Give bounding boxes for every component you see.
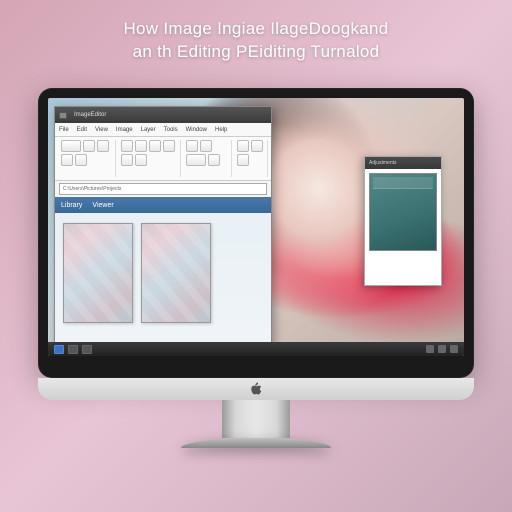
tool-button[interactable] [163, 140, 175, 152]
imac-frame: ImageEditor File Edit View Image Layer T… [38, 88, 474, 448]
ribbon-group-1 [58, 140, 116, 177]
tool-button[interactable] [61, 140, 81, 152]
workspace-tabs: Library Viewer [55, 197, 271, 213]
imac-stand-neck [222, 400, 290, 438]
ribbon-group-3 [183, 140, 232, 177]
tool-button[interactable] [97, 140, 109, 152]
tab-library[interactable]: Library [61, 202, 82, 209]
menu-tools[interactable]: Tools [164, 123, 178, 136]
tray-icon[interactable] [450, 345, 458, 353]
tool-button[interactable] [186, 140, 198, 152]
imac-chin [38, 378, 474, 400]
tool-button[interactable] [251, 140, 263, 152]
window-titlebar[interactable]: ImageEditor [55, 107, 271, 123]
tool-button[interactable] [186, 154, 206, 166]
toolbar-ribbon [55, 137, 271, 181]
panel-preview[interactable] [369, 173, 437, 251]
menu-file[interactable]: File [59, 123, 69, 136]
thumbnail[interactable] [63, 223, 133, 323]
screen: ImageEditor File Edit View Image Layer T… [48, 98, 464, 356]
taskbar-app-button[interactable] [68, 345, 78, 354]
editor-window[interactable]: ImageEditor File Edit View Image Layer T… [54, 106, 272, 346]
taskbar-left [54, 345, 92, 354]
tool-button[interactable] [121, 154, 133, 166]
ribbon-group-4 [234, 140, 268, 177]
tray-icon[interactable] [438, 345, 446, 353]
apple-logo-icon [250, 382, 262, 396]
panel-title: Adjustments [369, 160, 397, 166]
taskbar-app-button[interactable] [82, 345, 92, 354]
thumbnail[interactable] [141, 223, 211, 323]
taskbar [48, 342, 464, 356]
workspace: Library Viewer [55, 197, 271, 345]
side-panel[interactable]: Adjustments [364, 156, 442, 286]
tool-button[interactable] [75, 154, 87, 166]
taskbar-tray [426, 345, 458, 353]
menu-image[interactable]: Image [116, 123, 133, 136]
tool-button[interactable] [200, 140, 212, 152]
ribbon-group-2 [118, 140, 181, 177]
panel-preview-header [373, 177, 433, 189]
window-title: ImageEditor [74, 112, 106, 118]
tool-button[interactable] [83, 140, 95, 152]
screen-bezel: ImageEditor File Edit View Image Layer T… [38, 88, 474, 378]
window-control-button[interactable] [59, 112, 67, 119]
tool-button[interactable] [237, 140, 249, 152]
overlay-line1: How Image Ingiae IlageDoogkand [123, 19, 388, 38]
panel-header[interactable]: Adjustments [365, 157, 441, 169]
tool-button[interactable] [121, 140, 133, 152]
address-bar[interactable]: C:\Users\Pictures\Projects [59, 183, 267, 195]
taskbar-start-button[interactable] [54, 345, 64, 354]
address-path: C:\Users\Pictures\Projects [63, 186, 121, 192]
menu-help[interactable]: Help [215, 123, 227, 136]
menu-edit[interactable]: Edit [77, 123, 87, 136]
menu-view[interactable]: View [95, 123, 108, 136]
tray-icon[interactable] [426, 345, 434, 353]
tool-button[interactable] [208, 154, 220, 166]
thumbnail-strip [55, 213, 271, 333]
overlay-line2: an th Editing PEiditing Turnalod [133, 42, 380, 61]
menu-window[interactable]: Window [186, 123, 207, 136]
imac-stand-foot [181, 438, 331, 448]
menubar: File Edit View Image Layer Tools Window … [55, 123, 271, 137]
tool-button[interactable] [61, 154, 73, 166]
tool-button[interactable] [135, 140, 147, 152]
overlay-title: How Image Ingiae IlageDoogkand an th Edi… [0, 18, 512, 64]
tab-viewer[interactable]: Viewer [92, 202, 113, 209]
tool-button[interactable] [149, 140, 161, 152]
tool-button[interactable] [135, 154, 147, 166]
menu-layer[interactable]: Layer [141, 123, 156, 136]
tool-button[interactable] [237, 154, 249, 166]
